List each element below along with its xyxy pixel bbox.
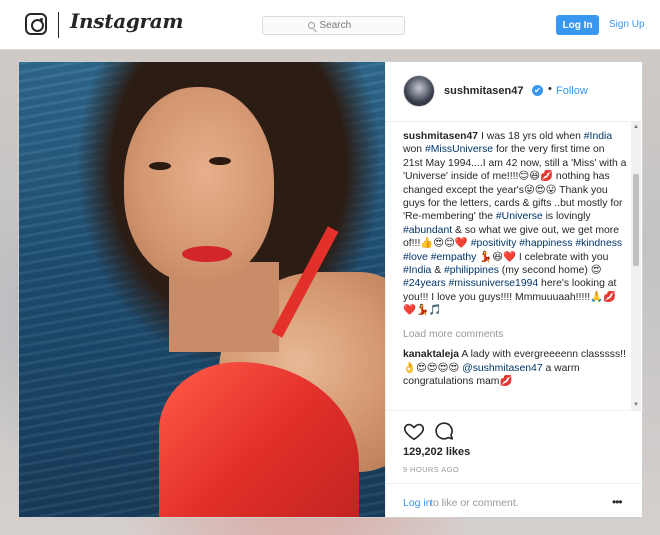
post-actions: 129,202 likes 9 HOURS AGO Log in to like… xyxy=(386,410,643,517)
instagram-wordmark[interactable]: Instagram xyxy=(70,9,184,33)
caption-text: I was 18 yrs old when xyxy=(478,131,584,142)
caption-text: is lovingly xyxy=(542,211,594,223)
photo-eye-right xyxy=(209,157,231,165)
photo-lips xyxy=(182,246,232,262)
caption-text: (my second home) 😍 xyxy=(498,265,605,277)
hashtag-link[interactable]: #24years xyxy=(403,278,446,289)
hashtag-link[interactable]: #India xyxy=(584,131,612,142)
search-box[interactable] xyxy=(262,16,405,35)
hashtag-link[interactable]: #love xyxy=(403,252,428,263)
post-card: sushmitasen47 ✔ • Follow sushmitasen47 I… xyxy=(18,61,643,518)
hashtag-link[interactable]: #MissUniverse xyxy=(425,144,493,155)
hashtag-link[interactable]: #kindness xyxy=(575,238,622,249)
hashtag-link[interactable]: #philippines xyxy=(444,265,499,276)
caption-text xyxy=(622,238,625,249)
like-count[interactable]: 129,202 likes xyxy=(403,446,470,458)
comment-item: kanaktaleja A lady with evergreeeenn cla… xyxy=(403,348,627,388)
post-username[interactable]: sushmitasen47 xyxy=(444,85,523,97)
signup-link[interactable]: Sign Up xyxy=(609,19,645,30)
caption-username[interactable]: sushmitasen47 xyxy=(403,131,478,142)
post-photo[interactable] xyxy=(19,62,385,517)
login-prompt-text: to like or comment. xyxy=(430,497,519,509)
load-more-comments-link[interactable]: Load more comments xyxy=(403,328,627,341)
hashtag-link[interactable]: #missuniverse1994 xyxy=(449,278,539,289)
instagram-glyph-icon[interactable] xyxy=(25,13,47,35)
hashtag-link[interactable]: #empathy xyxy=(431,252,477,263)
photo-eye-left xyxy=(149,162,171,170)
header-separator: • xyxy=(548,83,552,95)
login-to-comment-row: Log in to like or comment. ••• xyxy=(386,483,643,518)
caption-text: & xyxy=(431,265,445,277)
hashtag-link[interactable]: #Universe xyxy=(496,211,543,222)
post-header: sushmitasen47 ✔ • Follow xyxy=(386,62,643,122)
caption-text: 💃😆❤️ I celebrate with you xyxy=(476,251,612,263)
comment-username[interactable]: kanaktaleja xyxy=(403,349,459,360)
heart-icon[interactable] xyxy=(403,420,425,442)
post-caption: sushmitasen47 I was 18 yrs old when #Ind… xyxy=(403,130,627,318)
post-sidebar: sushmitasen47 ✔ • Follow sushmitasen47 I… xyxy=(385,62,643,517)
hashtag-link[interactable]: @sushmitasen47 xyxy=(462,363,542,374)
post-timestamp: 9 HOURS AGO xyxy=(403,465,460,474)
login-button[interactable]: Log In xyxy=(556,15,599,35)
verified-badge-icon: ✔ xyxy=(532,85,543,96)
top-navigation-bar: Instagram Log In Sign Up xyxy=(0,0,660,50)
logo-divider xyxy=(58,12,59,38)
scroll-up-arrow-icon[interactable]: ▲ xyxy=(631,122,641,132)
comments-scrollbar[interactable]: ▲ ▼ xyxy=(631,122,641,410)
comment-icon[interactable] xyxy=(433,420,455,442)
avatar[interactable] xyxy=(403,75,435,107)
comments-list[interactable]: sushmitasen47 I was 18 yrs old when #Ind… xyxy=(403,130,627,408)
hashtag-link[interactable]: #India xyxy=(403,265,431,276)
hashtag-link[interactable]: #positivity xyxy=(471,238,517,249)
scroll-down-arrow-icon[interactable]: ▼ xyxy=(631,400,641,410)
login-link[interactable]: Log in xyxy=(403,497,432,509)
hashtag-link[interactable]: #abundant xyxy=(403,225,452,236)
follow-button[interactable]: Follow xyxy=(556,85,588,97)
hashtag-link[interactable]: #happiness xyxy=(519,238,572,249)
search-icon xyxy=(307,22,315,29)
more-options-icon[interactable]: ••• xyxy=(612,495,623,509)
scroll-thumb[interactable] xyxy=(633,174,639,266)
search-input[interactable] xyxy=(319,20,360,31)
